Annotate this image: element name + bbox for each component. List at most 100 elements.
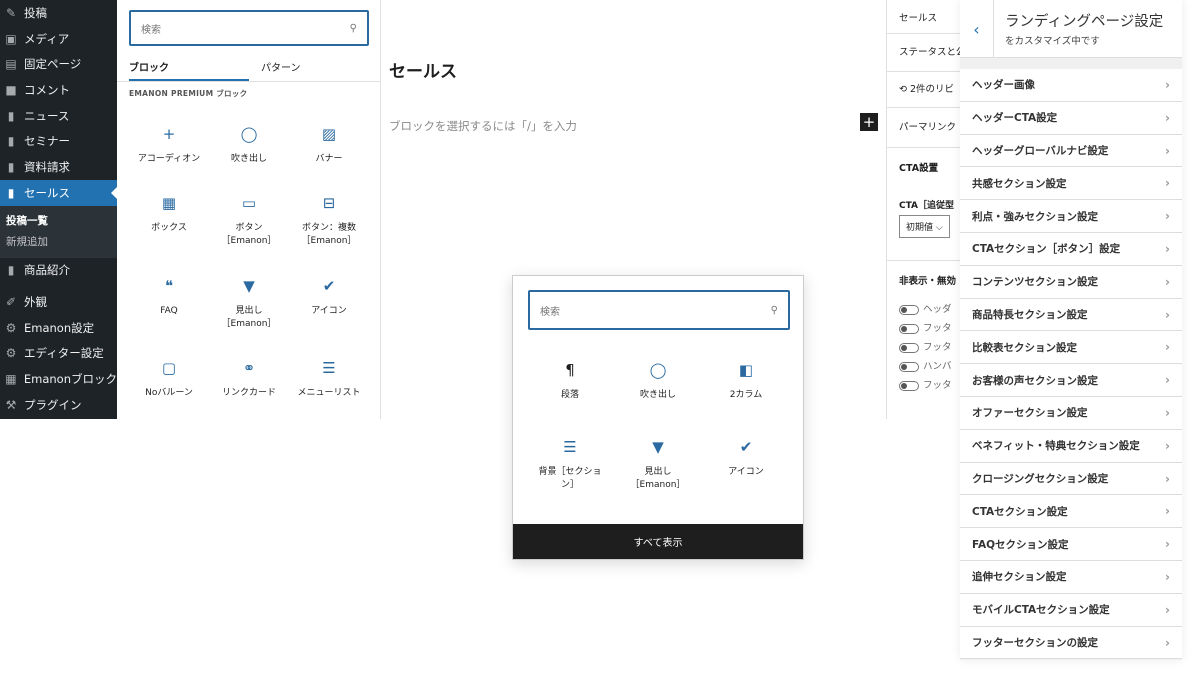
submenu-all-posts[interactable]: 投稿一覧 <box>0 210 117 231</box>
paragraph-icon: ¶ <box>565 360 575 379</box>
admin-menu: ✎ 投稿 ▣ メディア ▤ 固定ページ ■ コメント ▮ ニュース ▮ セミナー ▮ 資料請求… <box>0 0 117 419</box>
button-icon: ▭ <box>241 193 257 212</box>
menu-item-sales[interactable]: ▮ セールス <box>0 179 117 206</box>
image-icon: ▨ <box>321 124 337 143</box>
block-accordion[interactable]: + アコーディオン <box>129 123 209 166</box>
section-item[interactable]: 比較表セクション設定 › <box>960 331 1182 365</box>
chevron-right-icon: › <box>1165 635 1170 650</box>
section-item[interactable]: コンテンツセクション設定 › <box>960 265 1182 299</box>
block-section[interactable]: ☰ 背景［セクション］ <box>525 436 615 492</box>
menu-item-editor-settings[interactable]: ⚙ エディター設定 <box>0 341 117 367</box>
search-input[interactable]: 検索 <box>141 21 350 36</box>
block-columns[interactable]: ◧ 2カラム <box>701 359 791 402</box>
chevron-right-icon: › <box>1165 340 1170 355</box>
section-item[interactable]: オファーセクション設定 › <box>960 396 1182 430</box>
menu-item-plugins[interactable]: ⚒ プラグイン <box>0 392 117 418</box>
block-heading[interactable]: ▼ 見出し ［Emanon］ <box>613 436 703 492</box>
toggle-switch[interactable] <box>899 323 919 334</box>
menu-item-comments[interactable]: ■ コメント <box>0 77 117 103</box>
customizer-title: ランディングページ設定 <box>1005 14 1164 30</box>
menu-item-emanon-blocks[interactable]: ▦ Emanonブロック <box>0 366 117 392</box>
toggle-switch[interactable] <box>899 361 919 372</box>
section-item[interactable]: ヘッダー画像 › <box>960 69 1182 102</box>
submenu: 投稿一覧 新規追加 <box>0 205 117 258</box>
section-item[interactable]: CTAセクション設定 › <box>960 495 1182 529</box>
pin-icon: ✎ <box>5 5 17 20</box>
show-all-button[interactable]: すべて表示 <box>513 524 803 559</box>
block-no-balloon[interactable]: ▢ Noバルーン <box>129 357 209 400</box>
toggle-switch[interactable] <box>899 380 919 391</box>
menu-item-seminar[interactable]: ▮ セミナー <box>0 128 117 154</box>
chevron-right-icon: › <box>1165 373 1170 388</box>
block-speech-bubble[interactable]: ◯ 吹き出し <box>209 123 289 166</box>
block-link-card[interactable]: ⚭ リンクカード <box>209 357 289 400</box>
chevron-right-icon: › <box>1165 405 1170 420</box>
toggle-switch[interactable] <box>899 304 919 315</box>
chevron-left-icon: ‹ <box>973 19 980 39</box>
inserter-search[interactable]: 検索 ⚲ <box>129 10 369 46</box>
menu-item-request[interactable]: ▮ 資料請求 <box>0 154 117 180</box>
section-item[interactable]: 追伸セクション設定 › <box>960 560 1182 594</box>
menu-item-media[interactable]: ▣ メディア <box>0 26 117 52</box>
search-input[interactable]: 検索 <box>540 303 771 318</box>
section-item[interactable]: ヘッダーCTA設定 › <box>960 101 1182 135</box>
popover-search[interactable]: 検索 ⚲ <box>528 290 790 330</box>
block-inserter: 検索 ⚲ ブロック パターン EMANON PREMIUM ブロック + アコーデ… <box>117 0 381 419</box>
menu-item-news[interactable]: ▮ ニュース <box>0 103 117 129</box>
section-item[interactable]: フッターセクションの設定 › <box>960 626 1182 660</box>
menu-item-pages[interactable]: ▤ 固定ページ <box>0 51 117 77</box>
menu-item-emanon-settings[interactable]: ⚙ Emanon設定 <box>0 315 117 341</box>
section-item[interactable]: 利点・強みセクション設定 › <box>960 200 1182 233</box>
section-item[interactable]: FAQセクション設定 › <box>960 528 1182 561</box>
page-icon: ▤ <box>5 57 17 72</box>
block-faq[interactable]: ❝ FAQ <box>129 275 209 318</box>
block-icon[interactable]: ✔ アイコン <box>289 275 369 318</box>
block-buttons[interactable]: ⊟ ボタン：複数 ［Emanon］ <box>289 192 369 248</box>
media-icon: ▣ <box>5 31 17 46</box>
toggle-switch[interactable] <box>899 342 919 353</box>
grid-icon: ▦ <box>5 372 17 387</box>
post-icon: ▮ <box>7 108 15 123</box>
section-item[interactable]: お客様の声セクション設定 › <box>960 364 1182 397</box>
section-item[interactable]: CTAセクション［ボタン］設定 › <box>960 232 1182 266</box>
block-button[interactable]: ▭ ボタン ［Emanon］ <box>209 192 289 248</box>
cta-select[interactable]: 初期値 ⌵ <box>899 215 950 238</box>
section-title: EMANON PREMIUM ブロック <box>129 89 248 98</box>
quick-inserter-popover: 検索 ⚲ ¶ 段落 ◯ 吹き出し ◧ 2カラム ☰ 背景［セクション］ ▼ 見出し ［Em… <box>512 275 804 560</box>
block-menu-list[interactable]: ☰ メニューリスト <box>289 357 369 400</box>
post-icon: ▮ <box>7 134 15 149</box>
chevron-right-icon: › <box>1165 241 1170 256</box>
menu-item-posts[interactable]: ✎ 投稿 <box>0 0 117 26</box>
section-item[interactable]: 共感セクション設定 › <box>960 167 1182 201</box>
chevron-down-icon: ⌵ <box>935 223 943 233</box>
section-item[interactable]: ヘッダーグローバルナビ設定 › <box>960 134 1182 168</box>
list-icon: ☰ <box>322 358 336 377</box>
post-title[interactable]: セールス <box>389 57 457 82</box>
tab-blocks[interactable]: ブロック <box>129 52 249 82</box>
add-block-button[interactable]: + <box>860 113 878 131</box>
block-paragraph[interactable]: ¶ 段落 <box>525 359 615 402</box>
block-icon[interactable]: ✔ アイコン <box>701 436 791 479</box>
chevron-right-icon: › <box>1165 176 1170 191</box>
block-box[interactable]: ▦ ボックス <box>129 192 209 235</box>
submenu-add-new[interactable]: 新規追加 <box>0 231 117 252</box>
section-item[interactable]: 商品特長セクション設定 › <box>960 298 1182 332</box>
menu-item-appearance[interactable]: ✐ 外観 <box>0 289 117 315</box>
plus-icon: + <box>162 124 176 143</box>
post-icon: ▮ <box>7 159 15 174</box>
chevron-right-icon: › <box>1165 143 1170 158</box>
chevron-right-icon: › <box>1165 209 1170 224</box>
block-heading[interactable]: ▼ 見出し ［Emanon］ <box>209 275 289 331</box>
section-item[interactable]: モバイルCTAセクション設定 › <box>960 593 1182 627</box>
section-item[interactable]: クロージングセクション設定 › <box>960 462 1182 496</box>
customizer-subtitle: をカスタマイズ中です <box>1005 36 1100 47</box>
block-placeholder[interactable]: ブロックを選択するには「/」を入力 <box>389 118 577 134</box>
tab-patterns[interactable]: パターン <box>249 52 369 82</box>
screen: ✎ 投稿 ▣ メディア ▤ 固定ページ ■ コメント ▮ ニュース ▮ セミナー ▮ 資料請求… <box>0 0 1200 675</box>
menu-item-products[interactable]: ▮ 商品紹介 <box>0 258 117 284</box>
back-button[interactable]: ‹ <box>960 0 994 58</box>
section-item[interactable]: ベネフィット・特典セクション設定 › <box>960 429 1182 463</box>
block-speech-bubble[interactable]: ◯ 吹き出し <box>613 359 703 402</box>
chevron-right-icon: › <box>1165 569 1170 584</box>
block-banner[interactable]: ▨ バナー <box>289 123 369 166</box>
